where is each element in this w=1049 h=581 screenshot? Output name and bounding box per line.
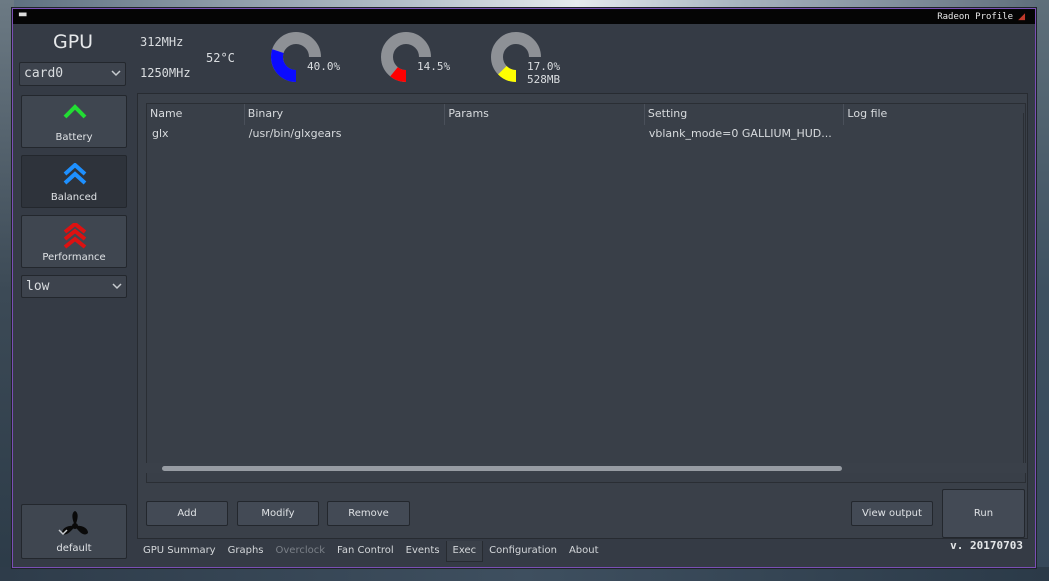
fan-profile-label: default <box>56 543 92 554</box>
column-header-params[interactable]: Params <box>445 104 645 125</box>
remove-button[interactable]: Remove <box>327 501 410 526</box>
power-level-value: low <box>26 279 50 294</box>
exec-table[interactable]: Name Binary Params Setting Log file glx … <box>146 103 1026 483</box>
view-output-button[interactable]: View output <box>851 501 933 526</box>
cell-setting: vblank_mode=0 GALLIUM_HUD... <box>648 127 832 140</box>
column-header-binary[interactable]: Binary <box>245 104 446 125</box>
tab-configuration[interactable]: Configuration <box>483 541 563 562</box>
gpu-heading: GPU <box>53 31 94 53</box>
core-clock-readout: 312MHz <box>140 35 184 49</box>
column-header-name[interactable]: Name <box>147 104 245 125</box>
mem-clock-percent: 14.5% <box>417 60 451 73</box>
battery-profile-button[interactable]: Battery <box>21 95 127 148</box>
version-label: v. 20170703 <box>950 539 1023 552</box>
cell-log-file <box>844 125 1025 143</box>
cell-params <box>445 125 645 143</box>
window-menu-icon[interactable]: ▬ <box>18 10 27 20</box>
tab-bar: GPU Summary Graphs Overclock Fan Control… <box>137 541 605 562</box>
table-right-border <box>1023 113 1024 463</box>
add-button[interactable]: Add <box>146 501 228 526</box>
column-header-setting[interactable]: Setting <box>645 104 845 125</box>
balanced-profile-button[interactable]: Balanced <box>21 155 127 208</box>
tab-fan-control[interactable]: Fan Control <box>331 541 400 562</box>
double-chevron-up-icon <box>63 163 87 185</box>
desktop-background-right <box>1035 0 1049 581</box>
triple-chevron-up-icon <box>63 223 87 249</box>
battery-profile-label: Battery <box>55 132 93 143</box>
cell-binary: /usr/bin/glxgears <box>248 127 342 140</box>
gauge-fill <box>390 66 407 82</box>
column-header-log-file[interactable]: Log file <box>844 104 1025 125</box>
tab-about[interactable]: About <box>563 541 605 562</box>
gpu-load-percent: 40.0% <box>307 60 341 73</box>
cell-name: glx <box>152 127 169 140</box>
gauge-fill <box>498 65 517 82</box>
tab-graphs[interactable]: Graphs <box>222 541 270 562</box>
desktop-background-bottom <box>0 567 1049 581</box>
temperature-readout: 52°C <box>206 51 235 65</box>
app-logo-icon: ◢ <box>1018 11 1025 22</box>
run-button[interactable]: Run <box>942 489 1025 538</box>
card-select[interactable]: card0 <box>19 62 126 86</box>
horizontal-scrollbar-thumb[interactable] <box>162 466 842 471</box>
tab-events[interactable]: Events <box>400 541 446 562</box>
exec-panel: Name Binary Params Setting Log file glx … <box>137 93 1028 539</box>
tab-exec[interactable]: Exec <box>445 541 484 562</box>
fan-profile-select[interactable]: default <box>21 504 127 559</box>
performance-profile-button[interactable]: Performance <box>21 215 127 268</box>
balanced-profile-label: Balanced <box>50 192 98 203</box>
modify-button[interactable]: Modify <box>237 501 319 526</box>
card-select-value: card0 <box>24 66 64 81</box>
chevron-down-icon <box>112 283 122 290</box>
window-title: Radeon Profile <box>937 11 1014 22</box>
title-bar[interactable]: ▬ Radeon Profile ◢ <box>13 9 1035 24</box>
tab-gpu-summary[interactable]: GPU Summary <box>137 541 222 562</box>
mem-clock-gauge <box>381 32 431 82</box>
tab-overclock[interactable]: Overclock <box>270 541 332 562</box>
table-header: Name Binary Params Setting Log file <box>147 104 1025 125</box>
vram-usage: 528MB <box>527 73 561 86</box>
chevron-up-icon <box>63 104 87 119</box>
chevron-down-icon <box>111 70 121 77</box>
horizontal-scrollbar[interactable] <box>146 463 1026 473</box>
table-row[interactable]: glx /usr/bin/glxgears vblank_mode=0 GALL… <box>147 125 1025 143</box>
radeon-profile-window: ▬ Radeon Profile ◢ GPU card0 312MHz 1250… <box>12 8 1036 568</box>
mem-clock-readout: 1250MHz <box>140 66 191 80</box>
gauge-fill <box>271 49 297 82</box>
power-level-select[interactable]: low <box>21 275 127 298</box>
gpu-load-gauge <box>271 32 321 82</box>
performance-profile-label: Performance <box>42 252 106 263</box>
chevron-down-icon <box>58 529 68 536</box>
fan-icon <box>62 511 88 535</box>
vram-percent: 17.0% <box>527 60 561 73</box>
